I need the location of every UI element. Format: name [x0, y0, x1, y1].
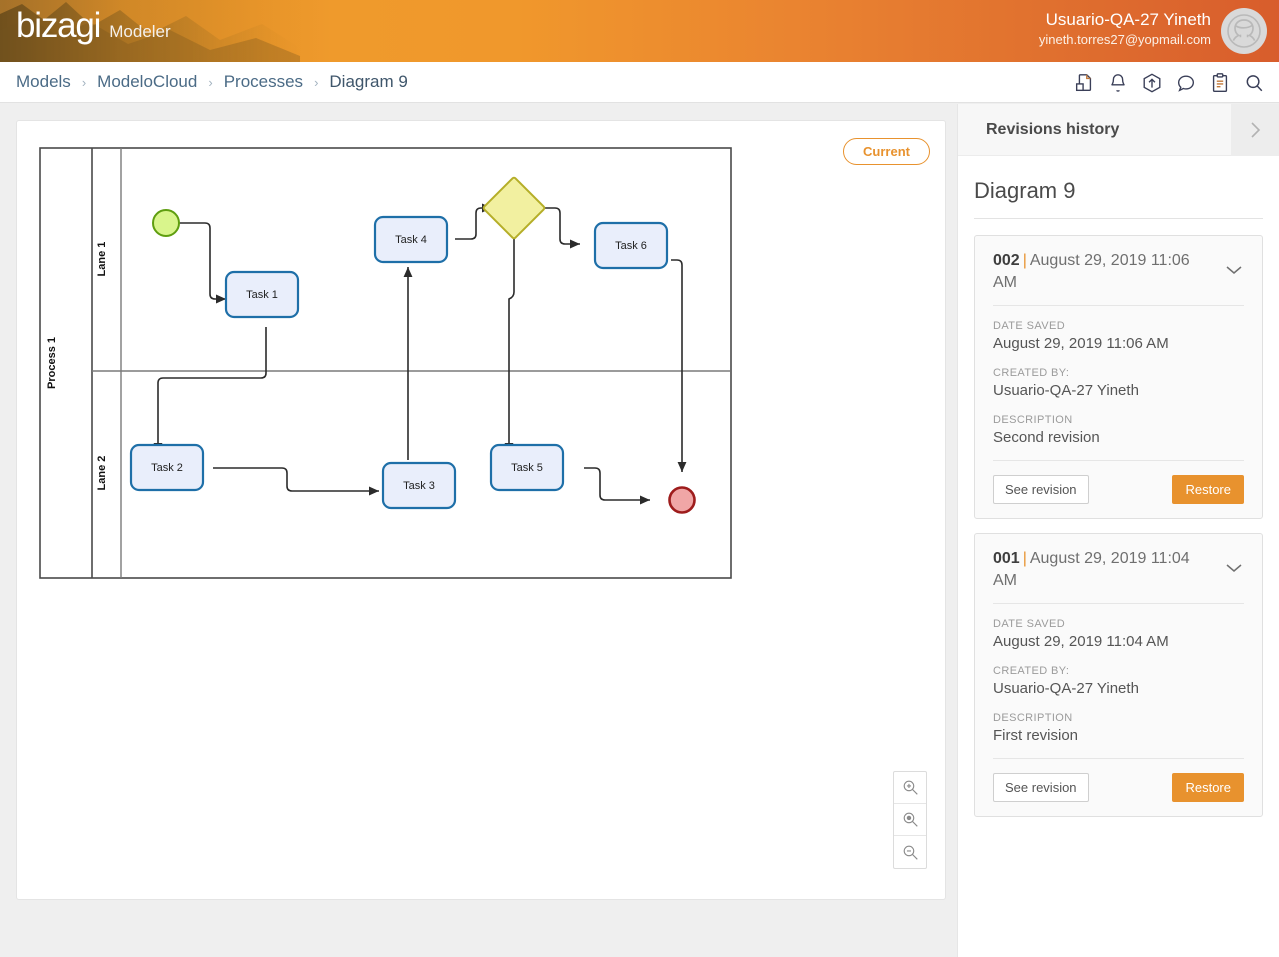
zoom-actual-size-button[interactable] [894, 804, 926, 836]
comment-bubble-icon[interactable] [1175, 72, 1197, 94]
breadcrumb-bar: Models › ModeloCloud › Processes › Diagr… [0, 62, 1279, 103]
zoom-out-button[interactable] [894, 836, 926, 868]
lane-2-label: Lane 2 [96, 456, 108, 491]
task-label: Task 3 [403, 480, 435, 492]
avatar[interactable] [1221, 8, 1267, 54]
breadcrumb-separator: › [201, 75, 219, 90]
revision-header-text: 001|August 29, 2019 11:04 AM [993, 548, 1208, 591]
breadcrumb-item-models[interactable]: Models [12, 72, 75, 92]
panel-divider [974, 218, 1263, 219]
current-version-badge[interactable]: Current [843, 138, 930, 165]
revision-separator: | [1020, 252, 1030, 269]
created-by-value: Usuario-QA-27 Yineth [993, 680, 1244, 697]
date-saved-value: August 29, 2019 11:06 AM [993, 335, 1244, 352]
revision-header-text: 002|August 29, 2019 11:06 AM [993, 250, 1208, 293]
task-label: Task 4 [395, 234, 427, 246]
document-copy-icon[interactable] [1073, 72, 1095, 94]
zoom-in-button[interactable] [894, 772, 926, 804]
revision-card-divider [993, 603, 1244, 604]
created-by-label: CREATED BY: [993, 665, 1244, 677]
see-revision-button[interactable]: See revision [993, 475, 1089, 504]
task-node-task-2[interactable]: Task 2 [131, 445, 203, 490]
pool-process-1 [40, 148, 731, 578]
task-node-task-5[interactable]: Task 5 [491, 445, 563, 490]
created-by-label: CREATED BY: [993, 367, 1244, 379]
revision-number: 001 [993, 550, 1020, 567]
restore-button[interactable]: Restore [1172, 773, 1244, 802]
user-email: yineth.torres27@yopmail.com [1039, 32, 1211, 48]
zoom-out-icon [902, 844, 919, 861]
breadcrumb-item-diagram-9[interactable]: Diagram 9 [325, 72, 411, 92]
end-event[interactable] [670, 488, 695, 513]
description-value: First revision [993, 727, 1244, 744]
breadcrumb-item-processes[interactable]: Processes [220, 72, 307, 92]
panel-header-title: Revisions history [986, 121, 1119, 139]
pool-label: Process 1 [46, 337, 58, 389]
search-icon[interactable] [1243, 72, 1265, 94]
revision-card-001[interactable]: 001|August 29, 2019 11:04 AM DATE SAVED … [974, 533, 1263, 817]
bell-notification-icon[interactable] [1107, 72, 1129, 94]
task-label: Task 5 [511, 462, 543, 474]
breadcrumb-item-modelocloud[interactable]: ModeloCloud [93, 72, 201, 92]
revision-actions: See revision Restore [993, 460, 1244, 504]
task-label: Task 6 [615, 240, 647, 252]
clipboard-icon[interactable] [1209, 72, 1231, 94]
task-node-task-3[interactable]: Task 3 [383, 463, 455, 508]
user-name: Usuario-QA-27 Yineth [1039, 9, 1211, 30]
panel-header: Revisions history [958, 104, 1279, 156]
chevron-right-icon [1247, 117, 1264, 143]
task-label: Task 2 [151, 462, 183, 474]
zoom-controls [893, 771, 927, 869]
revision-card-header[interactable]: 001|August 29, 2019 11:04 AM [993, 548, 1244, 591]
panel-diagram-title: Diagram 9 [974, 178, 1279, 204]
revision-number: 002 [993, 252, 1020, 269]
bpmn-diagram[interactable]: Process 1 Lane 1 Lane 2 [39, 147, 739, 587]
revision-actions: See revision Restore [993, 758, 1244, 802]
revision-card-002[interactable]: 002|August 29, 2019 11:06 AM DATE SAVED … [974, 235, 1263, 519]
diagram-canvas-card: Current Process 1 Lane 1 Lane 2 [16, 120, 946, 900]
user-info[interactable]: Usuario-QA-27 Yineth yineth.torres27@yop… [1039, 9, 1211, 49]
revision-card-header[interactable]: 002|August 29, 2019 11:06 AM [993, 250, 1244, 293]
start-event[interactable] [153, 210, 179, 236]
date-saved-label: DATE SAVED [993, 618, 1244, 630]
revisions-list: 002|August 29, 2019 11:06 AM DATE SAVED … [974, 235, 1263, 817]
revision-separator: | [1020, 550, 1030, 567]
zoom-actual-icon [902, 811, 919, 828]
revisions-history-panel: Revisions history Diagram 9 002|August 2… [957, 104, 1279, 957]
breadcrumb-separator: › [75, 75, 93, 90]
description-label: DESCRIPTION [993, 414, 1244, 426]
description-value: Second revision [993, 429, 1244, 446]
see-revision-button[interactable]: See revision [993, 773, 1089, 802]
header-toolbar [1073, 62, 1265, 103]
created-by-value: Usuario-QA-27 Yineth [993, 382, 1244, 399]
collapse-panel-button[interactable] [1231, 104, 1279, 156]
chevron-down-icon[interactable] [1224, 264, 1244, 276]
product-name: Modeler [109, 22, 170, 42]
date-saved-label: DATE SAVED [993, 320, 1244, 332]
task-node-task-4[interactable]: Task 4 [375, 217, 447, 262]
share-upload-icon[interactable] [1141, 72, 1163, 94]
app-header: bizagi Modeler Usuario-QA-27 Yineth yine… [0, 0, 1279, 62]
logo-text: bizagi [16, 6, 100, 46]
task-label: Task 1 [246, 289, 278, 301]
chevron-down-icon[interactable] [1224, 562, 1244, 574]
breadcrumb-separator: › [307, 75, 325, 90]
zoom-in-icon [902, 779, 919, 796]
breadcrumb: Models › ModeloCloud › Processes › Diagr… [12, 72, 412, 92]
app-logo[interactable]: bizagi Modeler [16, 6, 171, 46]
task-node-task-6[interactable]: Task 6 [595, 223, 667, 268]
revision-card-divider [993, 305, 1244, 306]
lane-1-label: Lane 1 [96, 242, 108, 277]
user-avatar-icon [1227, 14, 1261, 48]
date-saved-value: August 29, 2019 11:04 AM [993, 633, 1244, 650]
restore-button[interactable]: Restore [1172, 475, 1244, 504]
description-label: DESCRIPTION [993, 712, 1244, 724]
task-node-task-1[interactable]: Task 1 [226, 272, 298, 317]
